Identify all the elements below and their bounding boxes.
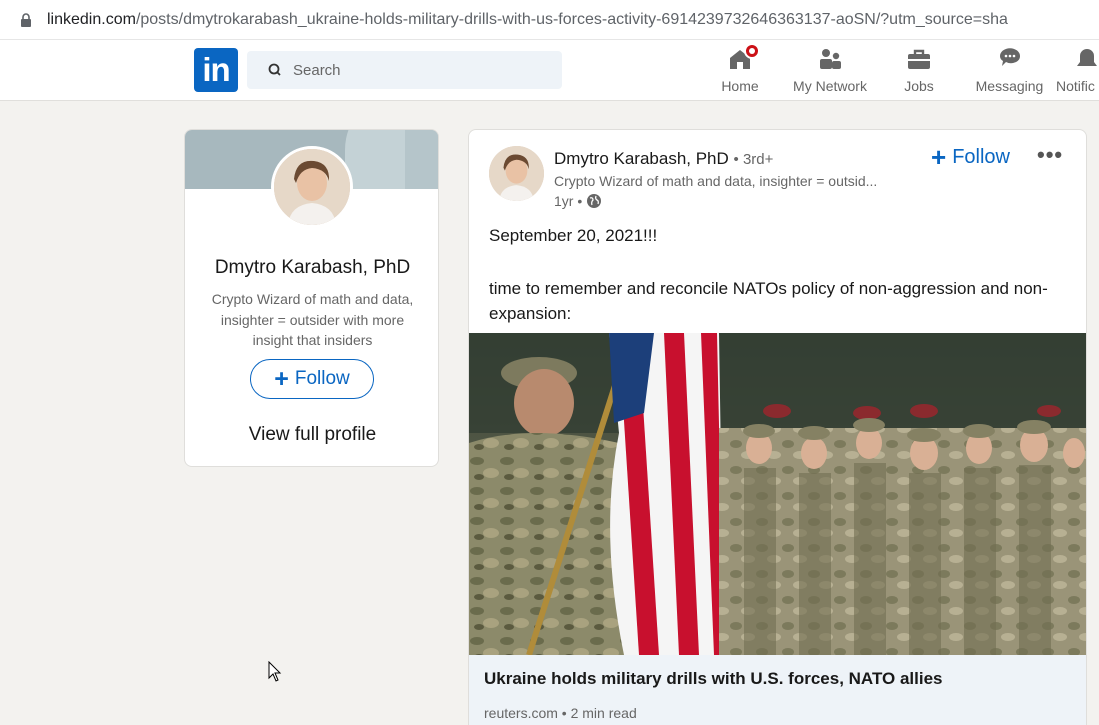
plus-icon: +	[931, 142, 947, 172]
article-title[interactable]: Ukraine holds military drills with U.S. …	[484, 669, 943, 689]
nav-item-my-network[interactable]: My Network	[786, 44, 874, 100]
browser-address-bar[interactable]: linkedin.com/posts/dmytrokarabash_ukrain…	[0, 0, 1099, 40]
profile-name[interactable]: Dmytro Karabash, PhD	[185, 257, 438, 279]
nav-label-messaging: Messaging	[975, 78, 1044, 94]
search-input[interactable]	[293, 61, 533, 79]
nav-label-jobs: Jobs	[904, 78, 934, 94]
post-author-name[interactable]: Dmytro Karabash, PhD	[554, 149, 729, 168]
notification-badge	[744, 43, 760, 59]
post-author-headline: Crypto Wizard of math and data, insighte…	[554, 173, 878, 189]
nav-item-notifications[interactable]: Notific	[1056, 44, 1099, 100]
article-link-preview[interactable]: Ukraine holds military drills with U.S. …	[469, 655, 1086, 725]
plus-icon: +	[274, 364, 289, 393]
connection-degree: • 3rd+	[733, 151, 774, 168]
article-source: reuters.com • 2 min read	[484, 705, 637, 721]
nav-item-jobs[interactable]: Jobs	[894, 44, 944, 100]
globe-icon	[587, 194, 602, 208]
url-text: linkedin.com/posts/dmytrokarabash_ukrain…	[47, 11, 1008, 29]
briefcase-icon	[906, 46, 932, 72]
post-card: Dmytro Karabash, PhD • 3rd+ Crypto Wizar…	[468, 129, 1087, 725]
profile-follow-button[interactable]: + Follow	[250, 359, 374, 399]
nav-label-home: Home	[721, 78, 759, 94]
profile-follow-label: Follow	[294, 368, 350, 389]
post-body-text: time to remember and reconcile NATOs pol…	[489, 279, 1048, 323]
article-image[interactable]	[469, 333, 1086, 655]
nav-label-notifications: Notific	[1056, 78, 1095, 94]
post-date-text: September 20, 2021!!!	[489, 226, 658, 245]
profile-headline: Crypto Wizard of math and data, insighte…	[211, 291, 414, 348]
post-follow-button[interactable]: + Follow	[931, 144, 1010, 170]
nav-item-messaging[interactable]: Messaging	[972, 44, 1047, 100]
profile-avatar[interactable]	[271, 146, 353, 228]
lock-icon	[20, 12, 32, 28]
post-author-avatar[interactable]	[489, 146, 544, 201]
view-full-profile-link[interactable]: View full profile	[185, 424, 438, 446]
search-icon	[268, 63, 281, 76]
nav-item-home[interactable]: Home	[714, 43, 766, 100]
url-host: linkedin.com	[47, 10, 136, 28]
top-navigation: in Home My Network Jobs Messaging Notifi	[0, 40, 1099, 101]
post-time: 1yr •	[554, 193, 583, 209]
linkedin-logo[interactable]: in	[194, 48, 238, 92]
post-author[interactable]: Dmytro Karabash, PhD • 3rd+	[554, 149, 773, 169]
more-options-icon[interactable]: •••	[1037, 142, 1063, 168]
post-timestamp: 1yr •	[554, 193, 602, 209]
mouse-cursor-icon	[268, 661, 282, 682]
bell-icon	[1074, 46, 1099, 72]
nav-label-my-network: My Network	[793, 78, 867, 94]
search-box[interactable]	[247, 51, 562, 89]
network-icon	[817, 46, 843, 72]
messaging-icon	[997, 46, 1023, 72]
url-path: /posts/dmytrokarabash_ukraine-holds-mili…	[135, 10, 1008, 28]
home-icon	[727, 43, 760, 72]
profile-card: Dmytro Karabash, PhD Crypto Wizard of ma…	[184, 129, 439, 467]
post-follow-label: Follow	[952, 145, 1010, 168]
